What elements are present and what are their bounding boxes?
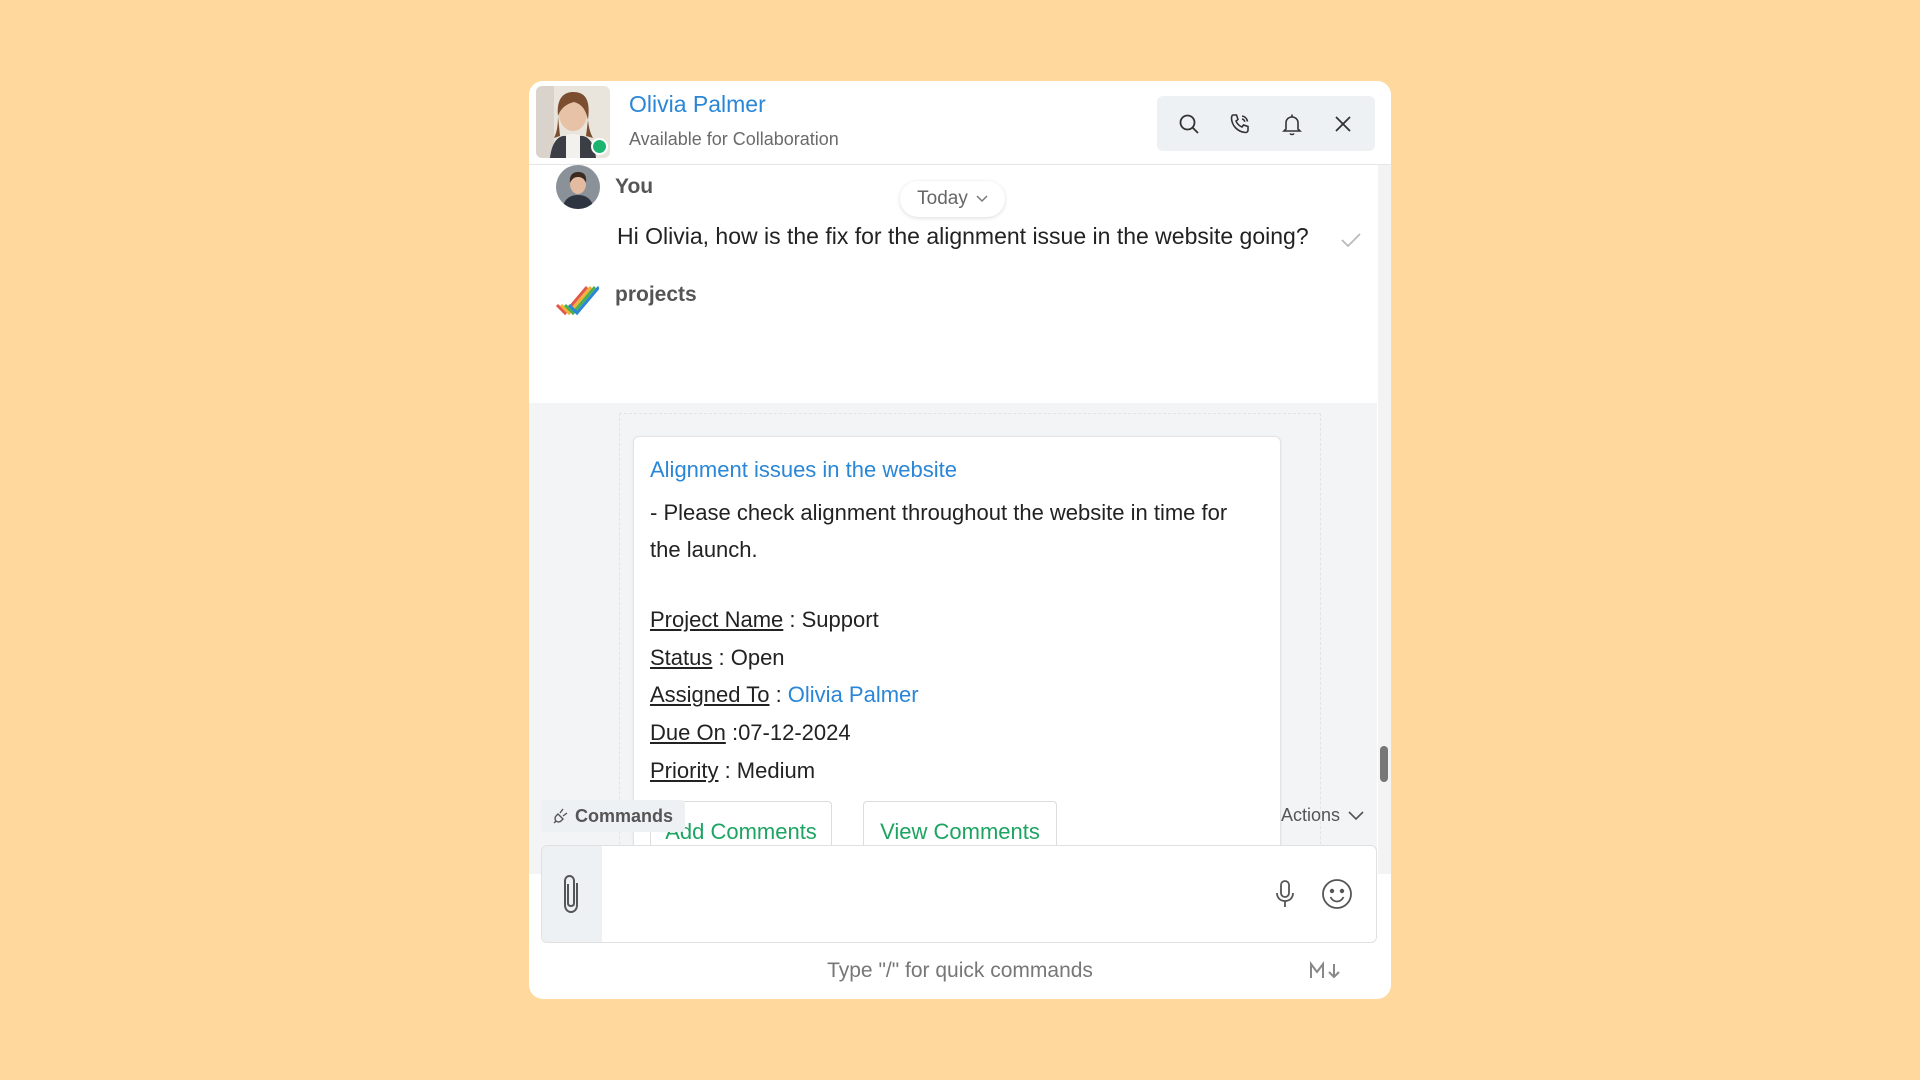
task-description: - Please check alignment throughout the … xyxy=(650,500,1228,562)
plug-icon xyxy=(553,808,568,824)
header-actions xyxy=(1157,96,1375,151)
message-composer xyxy=(541,845,1377,943)
field-priority: Priority : Medium xyxy=(650,758,815,784)
task-title-link[interactable]: Alignment issues in the website xyxy=(650,457,957,483)
sender-label: You xyxy=(615,175,654,198)
field-label: Due On xyxy=(650,720,726,745)
field-value: Support xyxy=(801,607,879,632)
field-separator: : xyxy=(725,720,739,745)
field-label: Status xyxy=(650,645,713,670)
field-value: 07-12-2024 xyxy=(738,720,851,745)
field-project-name: Project Name : Support xyxy=(650,607,879,633)
date-divider-label: Today xyxy=(917,188,968,209)
date-divider[interactable]: Today xyxy=(900,181,1005,217)
user-avatar[interactable] xyxy=(556,165,600,209)
field-status: Status : Open xyxy=(650,645,785,671)
chat-window: Olivia Palmer Available for Collaboratio… xyxy=(529,81,1391,999)
emoji-icon[interactable] xyxy=(1321,878,1353,910)
bot-label: projects xyxy=(615,283,697,306)
field-due-on: Due On :07-12-2024 xyxy=(650,720,851,746)
commands-button[interactable]: Commands xyxy=(541,800,685,832)
field-label: Assigned To xyxy=(650,682,770,707)
microphone-icon[interactable] xyxy=(1273,879,1297,909)
field-separator: : xyxy=(783,607,802,632)
field-label: Priority xyxy=(650,758,719,783)
contact-status: Available for Collaboration xyxy=(629,129,839,149)
field-value: Medium xyxy=(736,758,816,783)
field-separator: : xyxy=(712,645,731,670)
actions-dropdown[interactable]: Actions xyxy=(1281,805,1364,826)
phone-call-icon[interactable] xyxy=(1225,109,1255,139)
paperclip-icon[interactable] xyxy=(542,846,602,942)
actions-label: Actions xyxy=(1281,805,1341,825)
search-icon[interactable] xyxy=(1174,109,1204,139)
field-label: Project Name xyxy=(650,607,784,632)
field-value: Open xyxy=(730,645,785,670)
bell-icon[interactable] xyxy=(1277,109,1307,139)
field-separator: : xyxy=(769,682,788,707)
message-input[interactable] xyxy=(610,846,1254,942)
contact-name[interactable]: Olivia Palmer xyxy=(629,91,766,118)
assignee-link[interactable]: Olivia Palmer xyxy=(788,682,919,707)
chevron-down-icon xyxy=(1348,810,1364,820)
online-status-dot xyxy=(591,138,608,155)
commands-label: Commands xyxy=(574,805,673,826)
message-list: You Today Hi Olivia, how is the fix for … xyxy=(529,165,1377,874)
message-text: Hi Olivia, how is the fix for the alignm… xyxy=(617,223,1309,249)
field-separator: : xyxy=(718,758,737,783)
chat-header: Olivia Palmer Available for Collaboratio… xyxy=(529,81,1391,165)
field-assigned-to: Assigned To : Olivia Palmer xyxy=(650,682,919,708)
sent-check-icon xyxy=(1341,233,1361,247)
task-card: Alignment issues in the website - Please… xyxy=(633,436,1281,874)
chevron-down-icon xyxy=(976,195,988,203)
quick-commands-hint: Type "/" for quick commands xyxy=(827,959,1093,982)
scrollbar-thumb[interactable] xyxy=(1380,746,1388,782)
projects-app-icon xyxy=(555,286,599,316)
markdown-icon[interactable] xyxy=(1309,961,1343,981)
close-icon[interactable] xyxy=(1328,109,1358,139)
